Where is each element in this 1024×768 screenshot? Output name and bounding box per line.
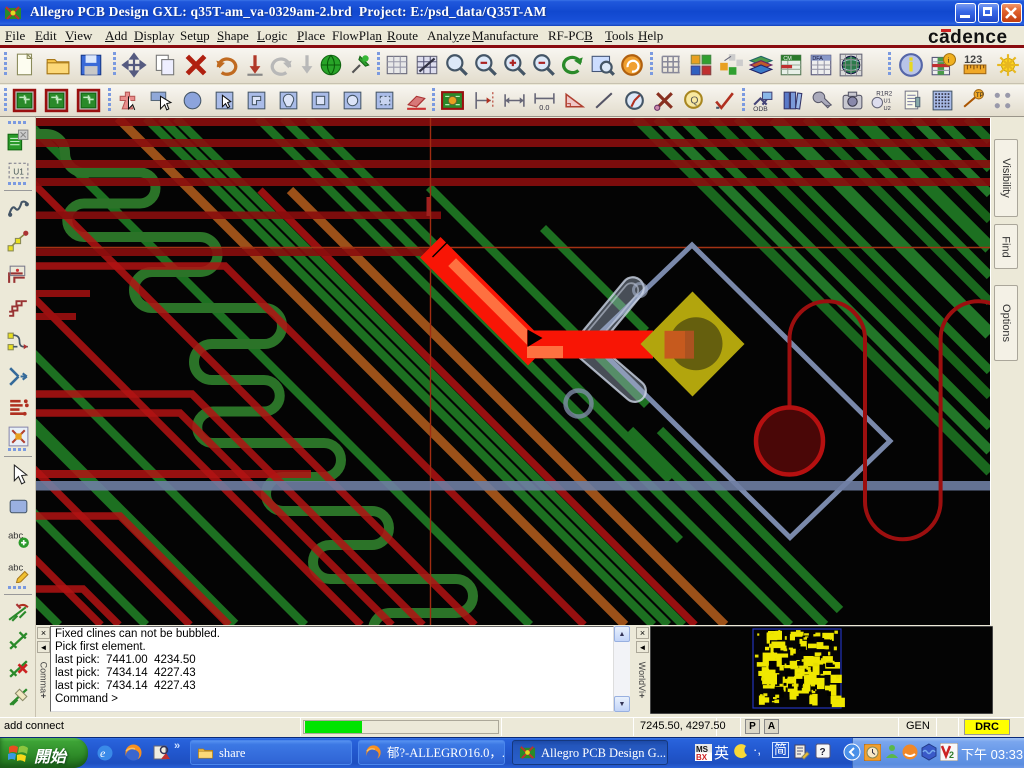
svg-text:abc: abc bbox=[8, 563, 23, 573]
svg-text:U1: U1 bbox=[884, 99, 891, 105]
svg-text:2: 2 bbox=[949, 750, 954, 760]
svg-text:ODB: ODB bbox=[753, 106, 768, 113]
svg-text:e: e bbox=[100, 746, 106, 760]
svg-text:R1R2: R1R2 bbox=[876, 90, 893, 97]
svg-text:TP: TP bbox=[976, 92, 984, 99]
svg-text:U1: U1 bbox=[13, 167, 24, 177]
svg-text:123: 123 bbox=[964, 54, 982, 66]
svg-text:0.0: 0.0 bbox=[539, 103, 549, 112]
svg-text:?: ? bbox=[820, 747, 826, 758]
svg-text:U2: U2 bbox=[884, 106, 891, 112]
svg-text:BX: BX bbox=[696, 753, 708, 761]
svg-text:Q: Q bbox=[690, 96, 698, 107]
svg-text:i: i bbox=[948, 55, 950, 64]
